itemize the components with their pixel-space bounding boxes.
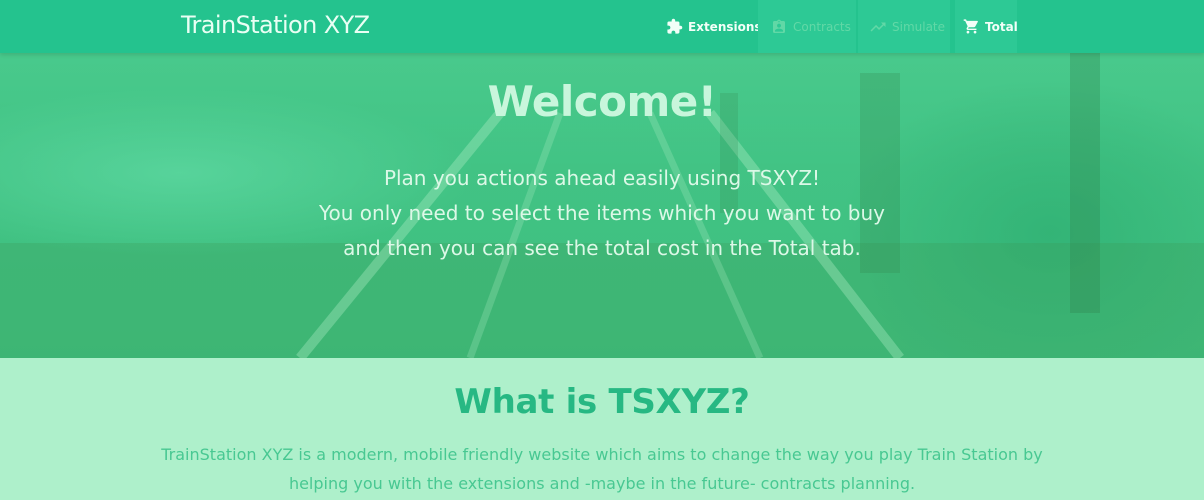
about-text-line: helping you with the extensions and -may… — [288, 474, 916, 493]
puzzle-icon — [665, 18, 683, 36]
hero-text-line: You only need to select the items which … — [318, 201, 886, 225]
nav-contracts-label: Contracts — [793, 19, 851, 34]
cart-icon — [963, 18, 980, 36]
trending-up-icon — [869, 18, 887, 36]
nav-total[interactable]: Total — [955, 0, 1018, 53]
top-navbar: TrainStation XYZ Extensions Contracts Si… — [0, 0, 1204, 53]
hero-banner: Welcome! Plan you actions ahead easily u… — [0, 53, 1204, 358]
brand-logo-link[interactable]: TrainStation XYZ — [181, 11, 370, 39]
hero-text-line: and then you can see the total cost in t… — [343, 236, 861, 260]
about-title: What is TSXYZ? — [454, 382, 750, 422]
nav-extensions-label: Extensions — [688, 19, 762, 34]
contract-icon — [770, 18, 788, 36]
about-text-line: TrainStation XYZ is a modern, mobile fri… — [161, 445, 1043, 464]
hero-title: Welcome! — [487, 77, 717, 126]
hero-text-line: Plan you actions ahead easily using TSXY… — [383, 166, 821, 190]
about-section: What is TSXYZ? TrainStation XYZ is a mod… — [0, 358, 1204, 500]
nav-simulate-label: Simulate — [892, 19, 946, 34]
nav-total-label: Total — [985, 19, 1018, 34]
nav-extensions[interactable]: Extensions — [665, 0, 762, 53]
nav-simulate[interactable]: Simulate — [858, 0, 950, 53]
nav-contracts[interactable]: Contracts — [758, 0, 856, 53]
